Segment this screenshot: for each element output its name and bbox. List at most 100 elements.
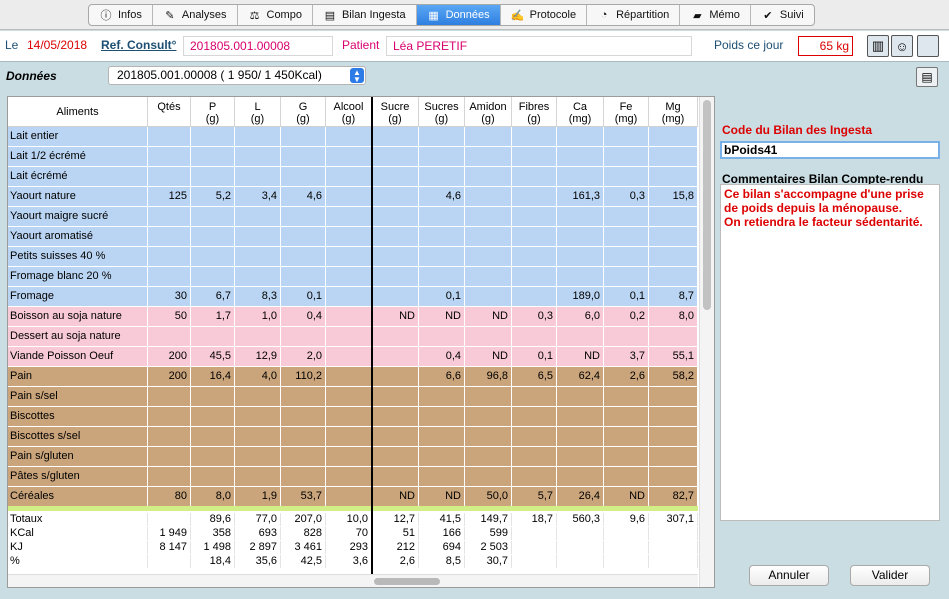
cell-l[interactable] [235, 147, 281, 166]
cell-p[interactable] [191, 227, 235, 246]
table-row[interactable]: Biscottes s/sel [8, 427, 698, 447]
cell-sucre[interactable] [372, 367, 419, 386]
cell-qtes[interactable] [148, 327, 191, 346]
cell-amidon[interactable] [465, 407, 512, 426]
header-ca[interactable]: Ca (mg) [557, 97, 604, 127]
cell-alcool[interactable] [326, 427, 372, 446]
cell-alcool[interactable] [326, 167, 372, 186]
tab-m-mo[interactable]: ▰ Mémo [680, 5, 751, 25]
cell-p[interactable] [191, 447, 235, 466]
cell-g[interactable] [281, 247, 326, 266]
cell-fibres[interactable] [512, 467, 557, 486]
table-row[interactable]: Biscottes [8, 407, 698, 427]
table-row[interactable]: Pain s/sel [8, 387, 698, 407]
tab-protocole[interactable]: ✍ Protocole [501, 5, 588, 25]
print-button[interactable]: ▤ [916, 67, 938, 87]
cell-fibres[interactable] [512, 167, 557, 186]
tab-infos[interactable]: ⓘ Infos [89, 5, 153, 25]
cell-fibres[interactable]: 6,5 [512, 367, 557, 386]
cell-g[interactable] [281, 447, 326, 466]
cell-amidon[interactable] [465, 227, 512, 246]
cell-qtes[interactable] [148, 467, 191, 486]
cell-aliment[interactable]: Boisson au soja nature [8, 307, 148, 326]
cell-fe[interactable] [604, 327, 649, 346]
table-row[interactable]: Yaourt aromatisé [8, 227, 698, 247]
cell-sucres[interactable] [419, 327, 465, 346]
cell-sucres[interactable] [419, 447, 465, 466]
validate-button[interactable]: Valider [850, 565, 930, 586]
cell-ca[interactable] [557, 447, 604, 466]
cell-qtes[interactable] [148, 407, 191, 426]
cell-fe[interactable]: 2,6 [604, 367, 649, 386]
cell-sucre[interactable] [372, 347, 419, 366]
tab-donn-es[interactable]: ▦ Données [416, 5, 501, 25]
cell-alcool[interactable] [326, 127, 372, 146]
cell-fe[interactable] [604, 227, 649, 246]
cell-p[interactable] [191, 147, 235, 166]
cell-fe[interactable] [604, 407, 649, 426]
cell-l[interactable]: 1,9 [235, 487, 281, 506]
cell-qtes[interactable] [148, 247, 191, 266]
cell-mg[interactable] [649, 387, 698, 406]
cell-mg[interactable] [649, 407, 698, 426]
people-button[interactable]: ☺ [891, 35, 913, 57]
cell-fe[interactable] [604, 467, 649, 486]
cell-fibres[interactable] [512, 207, 557, 226]
cell-amidon[interactable] [465, 447, 512, 466]
cell-p[interactable]: 8,0 [191, 487, 235, 506]
cell-alcool[interactable] [326, 147, 372, 166]
cell-p[interactable] [191, 167, 235, 186]
cell-p[interactable] [191, 407, 235, 426]
cell-amidon[interactable] [465, 187, 512, 206]
cell-sucres[interactable]: ND [419, 307, 465, 326]
cell-qtes[interactable] [148, 167, 191, 186]
cell-sucres[interactable]: 0,4 [419, 347, 465, 366]
header-fe[interactable]: Fe (mg) [604, 97, 649, 127]
cell-aliment[interactable]: Lait 1/2 écrémé [8, 147, 148, 166]
cell-qtes[interactable]: 200 [148, 347, 191, 366]
ref-consult-link[interactable]: Ref. Consult° [101, 38, 176, 52]
table-row[interactable]: Lait écrémé [8, 167, 698, 187]
table-row[interactable]: Lait 1/2 écrémé [8, 147, 698, 167]
cell-fibres[interactable]: 0,3 [512, 307, 557, 326]
cell-amidon[interactable] [465, 167, 512, 186]
cell-l[interactable]: 4,0 [235, 367, 281, 386]
table-row[interactable]: Petits suisses 40 % [8, 247, 698, 267]
cell-alcool[interactable] [326, 207, 372, 226]
cell-ca[interactable] [557, 267, 604, 286]
cell-qtes[interactable] [148, 267, 191, 286]
cell-fibres[interactable] [512, 247, 557, 266]
tab-bilan-ingesta[interactable]: ▤ Bilan Ingesta [313, 5, 417, 25]
cell-aliment[interactable]: Pain s/sel [8, 387, 148, 406]
cell-alcool[interactable] [326, 247, 372, 266]
cell-l[interactable] [235, 227, 281, 246]
cell-sucre[interactable] [372, 327, 419, 346]
cell-sucre[interactable] [372, 127, 419, 146]
table-row[interactable]: Fromage 30 6,7 8,3 0,1 0,1 189,0 0,1 8,7 [8, 287, 698, 307]
cell-alcool[interactable] [326, 187, 372, 206]
cell-aliment[interactable]: Dessert au soja nature [8, 327, 148, 346]
cell-aliment[interactable]: Pâtes s/gluten [8, 467, 148, 486]
cell-amidon[interactable]: 50,0 [465, 487, 512, 506]
cell-aliment[interactable]: Lait entier [8, 127, 148, 146]
cell-p[interactable] [191, 467, 235, 486]
cell-l[interactable]: 1,0 [235, 307, 281, 326]
table-row[interactable]: Pain 200 16,4 4,0 110,2 6,6 96,8 6,5 62,4 2,6 58,2 [8, 367, 698, 387]
consultation-select[interactable]: 201805.001.00008 ( 1 950/ 1 450Kcal) ▲ ▼ [108, 66, 366, 85]
cell-fibres[interactable] [512, 227, 557, 246]
cell-fibres[interactable]: 0,1 [512, 347, 557, 366]
cell-mg[interactable] [649, 427, 698, 446]
cell-l[interactable]: 3,4 [235, 187, 281, 206]
tab-suivi[interactable]: ✔ Suivi [751, 5, 814, 25]
cell-qtes[interactable]: 50 [148, 307, 191, 326]
cell-fibres[interactable] [512, 187, 557, 206]
cell-g[interactable]: 0,1 [281, 287, 326, 306]
cell-fibres[interactable]: 5,7 [512, 487, 557, 506]
table-row[interactable]: Yaourt maigre sucré [8, 207, 698, 227]
cell-alcool[interactable] [326, 447, 372, 466]
cell-sucres[interactable] [419, 147, 465, 166]
cell-l[interactable]: 8,3 [235, 287, 281, 306]
cell-alcool[interactable] [326, 307, 372, 326]
cell-fe[interactable] [604, 267, 649, 286]
cell-amidon[interactable] [465, 267, 512, 286]
